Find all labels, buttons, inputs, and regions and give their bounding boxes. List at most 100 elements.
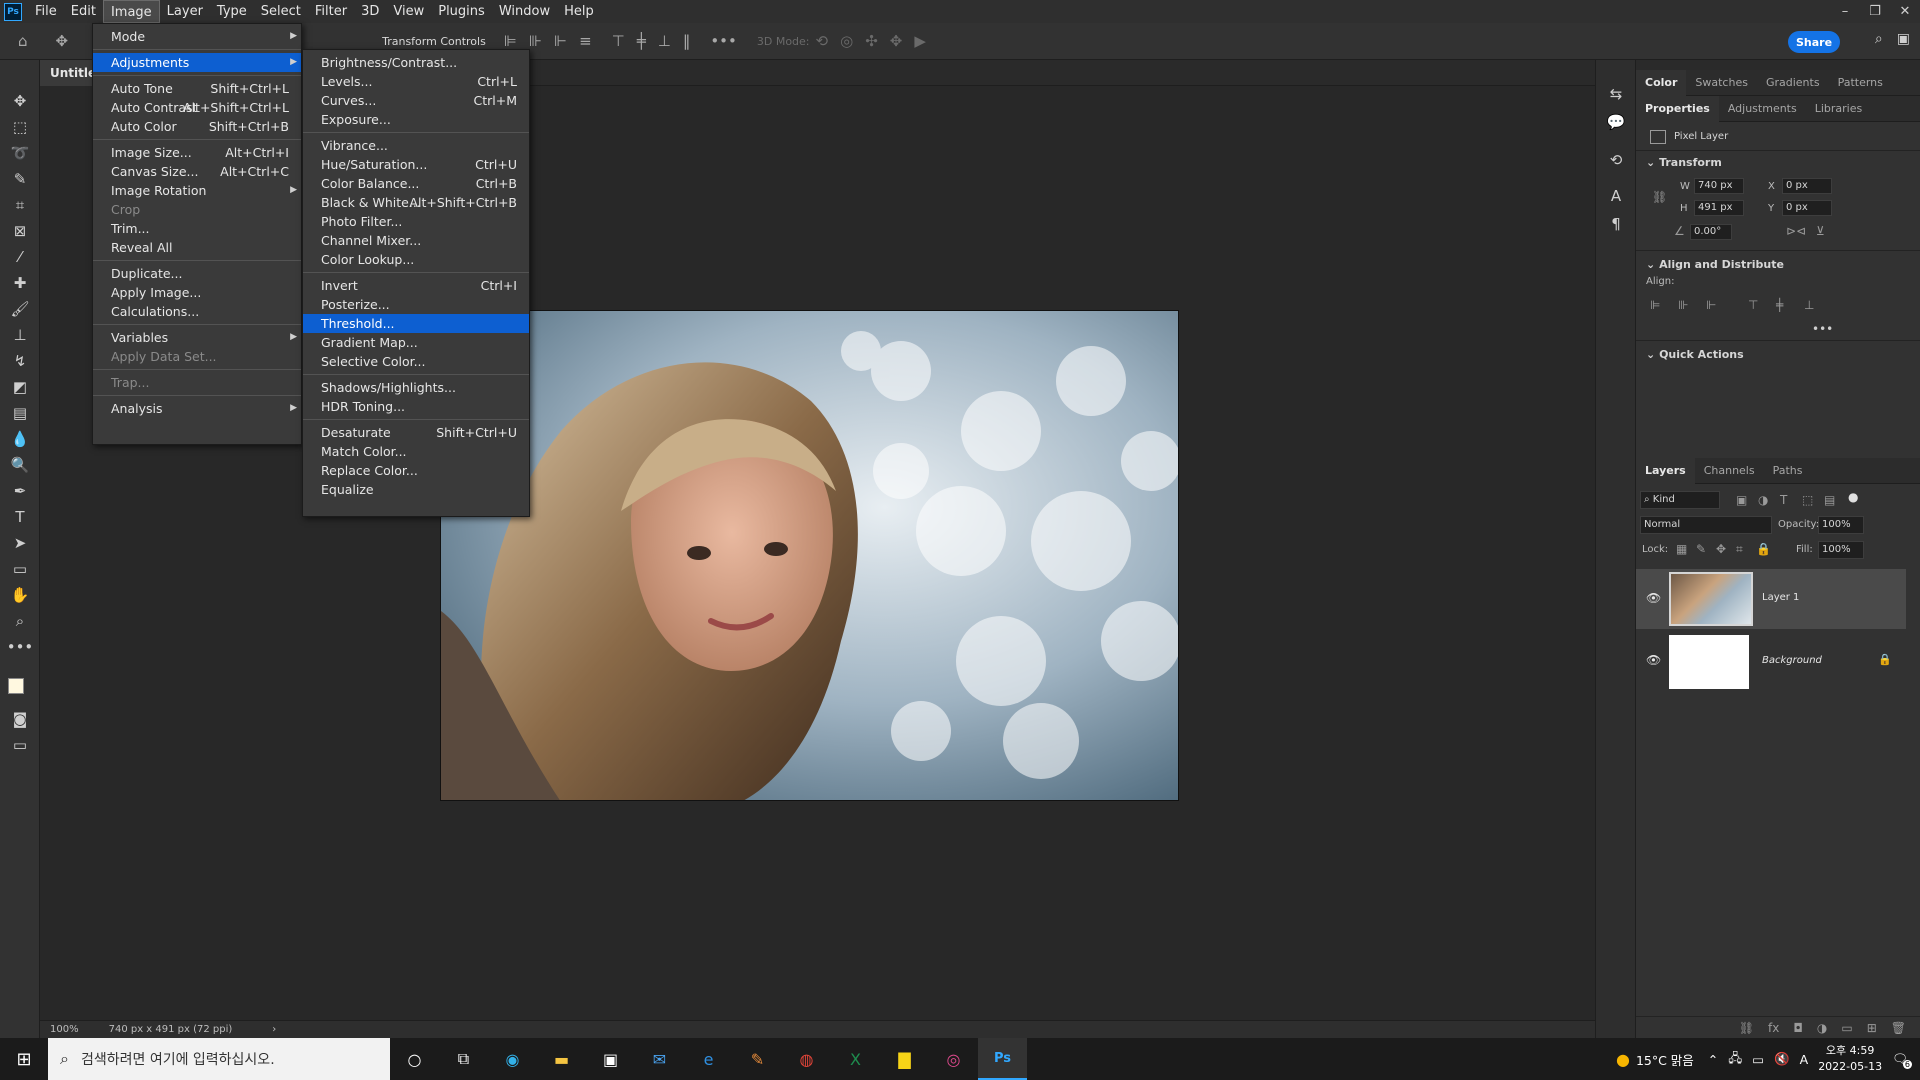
menu-edit[interactable]: Edit bbox=[64, 0, 103, 23]
image-menu-item-analysis[interactable]: Analysis ▶ bbox=[93, 399, 301, 418]
transform-controls-label[interactable]: Transform Controls bbox=[382, 35, 486, 48]
lock-all-icon[interactable]: 🔒 bbox=[1756, 542, 1771, 556]
clock[interactable]: 오후 4:59 2022-05-13 bbox=[1818, 1043, 1882, 1075]
quick-select-tool-icon[interactable]: ✎ bbox=[0, 166, 40, 192]
adjustments-item-invert[interactable]: Invert Ctrl+I bbox=[303, 276, 529, 295]
adjustments-item-gradient-map[interactable]: Gradient Map... bbox=[303, 333, 529, 352]
comments-panel-icon[interactable]: 💬 bbox=[1596, 108, 1636, 136]
document-image[interactable] bbox=[440, 310, 1179, 801]
eyedropper-tool-icon[interactable]: ⁄ bbox=[0, 244, 40, 270]
menu-plugins[interactable]: Plugins bbox=[431, 0, 492, 23]
x-field[interactable]: 0 px bbox=[1782, 178, 1832, 194]
tab-adjustments[interactable]: Adjustments bbox=[1719, 96, 1806, 122]
trash-icon[interactable]: 🗑 bbox=[1891, 1021, 1906, 1035]
adjustments-item-threshold[interactable]: Threshold... bbox=[303, 314, 529, 333]
align-left-icon[interactable]: ⊫ bbox=[504, 32, 517, 50]
mail-icon[interactable]: ✉ bbox=[635, 1038, 684, 1080]
adjustments-item-desaturate[interactable]: Desaturate Shift+Ctrl+U bbox=[303, 423, 529, 442]
eye-icon[interactable]: 👁 bbox=[1646, 653, 1661, 667]
align-middle-icon[interactable]: ╪ bbox=[637, 32, 646, 50]
foreground-color-swatch[interactable] bbox=[8, 678, 24, 694]
dodge-tool-icon[interactable]: 🔍 bbox=[0, 452, 40, 478]
chrome-icon[interactable]: ◍ bbox=[782, 1038, 831, 1080]
image-menu-item-mode[interactable]: Mode ▶ bbox=[93, 27, 301, 46]
stamp-tool-icon[interactable]: ⊥ bbox=[0, 322, 40, 348]
layer-row-layer1[interactable]: 👁 Layer 1 bbox=[1636, 569, 1906, 629]
adjustments-item-color-balance[interactable]: Color Balance... Ctrl+B bbox=[303, 174, 529, 193]
chevron-down-icon[interactable]: ⌄ bbox=[1646, 156, 1655, 169]
layer-name[interactable]: Background bbox=[1762, 655, 1822, 666]
tab-paths[interactable]: Paths bbox=[1764, 458, 1812, 484]
search-icon[interactable]: ⌕ bbox=[1875, 31, 1883, 47]
opacity-field[interactable]: 100% bbox=[1818, 516, 1864, 534]
tab-swatches[interactable]: Swatches bbox=[1686, 70, 1757, 96]
file-explorer-icon[interactable]: ▬ bbox=[537, 1038, 586, 1080]
adjustments-item-match-color[interactable]: Match Color... bbox=[303, 442, 529, 461]
creative-cloud-icon[interactable]: ◎ bbox=[929, 1038, 978, 1080]
align-vcenter-icon[interactable]: ╪ bbox=[1776, 298, 1783, 312]
lock-position-icon[interactable]: ✥ bbox=[1716, 542, 1726, 556]
fill-field[interactable]: 100% bbox=[1818, 541, 1864, 559]
filter-pixel-icon[interactable]: ▣ bbox=[1736, 493, 1747, 507]
adjustments-item-photo-filter[interactable]: Photo Filter... bbox=[303, 212, 529, 231]
tab-patterns[interactable]: Patterns bbox=[1829, 70, 1892, 96]
fx-icon[interactable]: fx bbox=[1768, 1021, 1779, 1035]
menu-window[interactable]: Window bbox=[492, 0, 557, 23]
volume-icon[interactable]: 🔇 bbox=[1774, 1051, 1790, 1067]
lock-pixels-icon[interactable]: ✎ bbox=[1696, 542, 1706, 556]
adjustments-item-channel-mixer[interactable]: Channel Mixer... bbox=[303, 231, 529, 250]
zoom-tool-icon[interactable]: ⌕ bbox=[0, 608, 40, 634]
more-options-icon[interactable]: ••• bbox=[710, 32, 737, 50]
screen-mode-icon[interactable]: ▭ bbox=[0, 732, 40, 758]
filter-shape-icon[interactable]: ⬚ bbox=[1802, 493, 1813, 507]
adjustments-item-color-lookup[interactable]: Color Lookup... bbox=[303, 250, 529, 269]
lock-artboard-icon[interactable]: ⌗ bbox=[1736, 542, 1743, 557]
new-group-icon[interactable]: ▭ bbox=[1841, 1021, 1852, 1035]
adjustments-item-brightness-contrast[interactable]: Brightness/Contrast... bbox=[303, 53, 529, 72]
width-field[interactable]: 740 px bbox=[1694, 178, 1744, 194]
kakaotalk-icon[interactable]: ▇ bbox=[880, 1038, 929, 1080]
flip-horizontal-icon[interactable]: ⊳⊲ bbox=[1786, 224, 1806, 238]
blur-tool-icon[interactable]: 💧 bbox=[0, 426, 40, 452]
align-top-icon[interactable]: ⊤ bbox=[1748, 298, 1758, 312]
image-menu-item-apply-image[interactable]: Apply Image... bbox=[93, 283, 301, 302]
y-field[interactable]: 0 px bbox=[1782, 200, 1832, 216]
brush-tool-icon[interactable]: 🖌 bbox=[0, 296, 40, 322]
close-button[interactable]: ✕ bbox=[1890, 0, 1920, 23]
align-top-icon[interactable]: ⊤ bbox=[612, 32, 625, 50]
align-right-icon[interactable]: ⊩ bbox=[1706, 298, 1716, 312]
image-menu-item-image-rotation[interactable]: Image Rotation ▶ bbox=[93, 181, 301, 200]
flip-vertical-icon[interactable]: ⊻ bbox=[1816, 224, 1825, 238]
chevron-down-icon[interactable]: ⌄ bbox=[1646, 258, 1655, 271]
hand-tool-icon[interactable]: ✋ bbox=[0, 582, 40, 608]
healing-tool-icon[interactable]: ✚ bbox=[0, 270, 40, 296]
app-icon[interactable]: ✎ bbox=[733, 1038, 782, 1080]
adjustments-item-exposure[interactable]: Exposure... bbox=[303, 110, 529, 129]
filter-smart-object-icon[interactable]: ▤ bbox=[1824, 493, 1835, 507]
store-icon[interactable]: ▣ bbox=[586, 1038, 635, 1080]
new-layer-icon[interactable]: ⊞ bbox=[1867, 1021, 1877, 1035]
adjustments-item-replace-color[interactable]: Replace Color... bbox=[303, 461, 529, 480]
pen-tool-icon[interactable]: ✒ bbox=[0, 478, 40, 504]
image-menu-item-canvas-size[interactable]: Canvas Size... Alt+Ctrl+C bbox=[93, 162, 301, 181]
weather-text[interactable]: 15°C 맑음 bbox=[1636, 1050, 1694, 1069]
quick-mask-icon[interactable]: ◙ bbox=[0, 706, 40, 732]
eraser-tool-icon[interactable]: ◩ bbox=[0, 374, 40, 400]
align-bottom-icon[interactable]: ⊥ bbox=[658, 32, 671, 50]
tab-color[interactable]: Color bbox=[1636, 69, 1687, 96]
tab-libraries[interactable]: Libraries bbox=[1806, 96, 1872, 122]
status-expand-icon[interactable]: › bbox=[272, 1024, 276, 1035]
align-left-icon[interactable]: ⊫ bbox=[1650, 298, 1660, 312]
learn-panel-icon[interactable]: ⟲ bbox=[1596, 146, 1636, 174]
move-tool-icon[interactable]: ✥ bbox=[56, 32, 69, 50]
image-menu-item-reveal-all[interactable]: Reveal All bbox=[93, 238, 301, 257]
tab-channels[interactable]: Channels bbox=[1695, 458, 1764, 484]
task-view-icon[interactable]: ⧉ bbox=[439, 1038, 488, 1080]
add-mask-icon[interactable]: ◘ bbox=[1793, 1021, 1803, 1035]
crop-tool-icon[interactable]: ⌗ bbox=[0, 192, 40, 218]
tab-gradients[interactable]: Gradients bbox=[1757, 70, 1829, 96]
notifications-icon[interactable]: 🗨 6 bbox=[1892, 1051, 1912, 1069]
adjustments-item-shadows-highlights[interactable]: Shadows/Highlights... bbox=[303, 378, 529, 397]
tab-layers[interactable]: Layers bbox=[1636, 457, 1695, 484]
workspace-icon[interactable]: ▣ bbox=[1897, 31, 1910, 47]
